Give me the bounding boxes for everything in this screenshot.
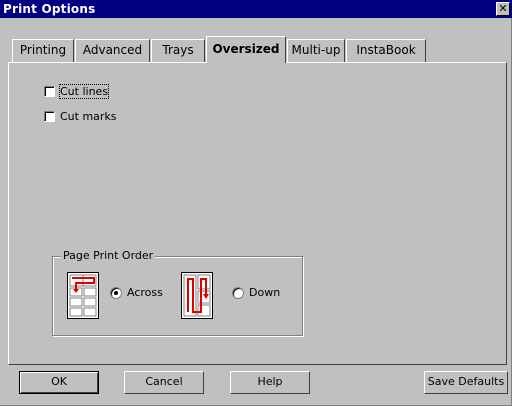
down-option[interactable]: Down xyxy=(232,286,280,299)
tab-instabook[interactable]: InstaBook xyxy=(346,39,426,62)
title-bar[interactable]: Print Options ✕ xyxy=(0,0,512,18)
cancel-button-label: Cancel xyxy=(145,375,183,388)
tab-multi-up[interactable]: Multi-up xyxy=(287,39,345,62)
tab-printing[interactable]: Printing xyxy=(12,39,74,62)
tab-label: Trays xyxy=(162,43,194,57)
ok-button[interactable]: OK xyxy=(19,371,99,394)
tab-label: InstaBook xyxy=(356,43,416,57)
cut-lines-checkbox[interactable] xyxy=(44,85,55,97)
across-radio[interactable] xyxy=(110,286,122,299)
across-order-icon xyxy=(67,272,99,319)
cut-marks-option[interactable]: Cut marks xyxy=(44,108,117,124)
tab-oversized[interactable]: Oversized xyxy=(206,36,286,63)
tab-label: Oversized xyxy=(212,42,280,56)
tab-label: Printing xyxy=(19,43,67,57)
across-label[interactable]: Across xyxy=(127,286,163,299)
across-option[interactable]: Across xyxy=(110,286,163,299)
cut-marks-checkbox[interactable] xyxy=(44,110,55,122)
down-order-icon xyxy=(181,272,213,319)
window-title: Print Options xyxy=(3,2,96,16)
ok-button-label: OK xyxy=(51,375,67,388)
page-print-order-group: Page Print Order Across Down xyxy=(52,249,303,336)
help-button-label: Help xyxy=(257,375,283,388)
down-label[interactable]: Down xyxy=(249,286,280,299)
tab-label: Multi-up xyxy=(291,43,341,57)
tab-advanced[interactable]: Advanced xyxy=(75,39,150,62)
page-print-order-title: Page Print Order xyxy=(61,249,156,262)
cut-lines-option[interactable]: Cut lines xyxy=(44,83,110,99)
tab-trays[interactable]: Trays xyxy=(151,39,205,62)
cut-lines-label[interactable]: Cut lines xyxy=(58,83,110,99)
down-radio[interactable] xyxy=(232,286,244,299)
tab-label: Advanced xyxy=(82,43,143,57)
help-button[interactable]: Help xyxy=(230,371,310,394)
cancel-button[interactable]: Cancel xyxy=(124,371,204,394)
save-defaults-button[interactable]: Save Defaults xyxy=(424,371,508,394)
close-button[interactable]: ✕ xyxy=(496,2,510,16)
close-icon: ✕ xyxy=(498,2,508,15)
save-defaults-button-label: Save Defaults xyxy=(427,375,505,388)
cut-marks-label[interactable]: Cut marks xyxy=(60,110,117,123)
print-options-dialog: Print Options ✕ Printing Advanced Trays … xyxy=(0,0,512,406)
